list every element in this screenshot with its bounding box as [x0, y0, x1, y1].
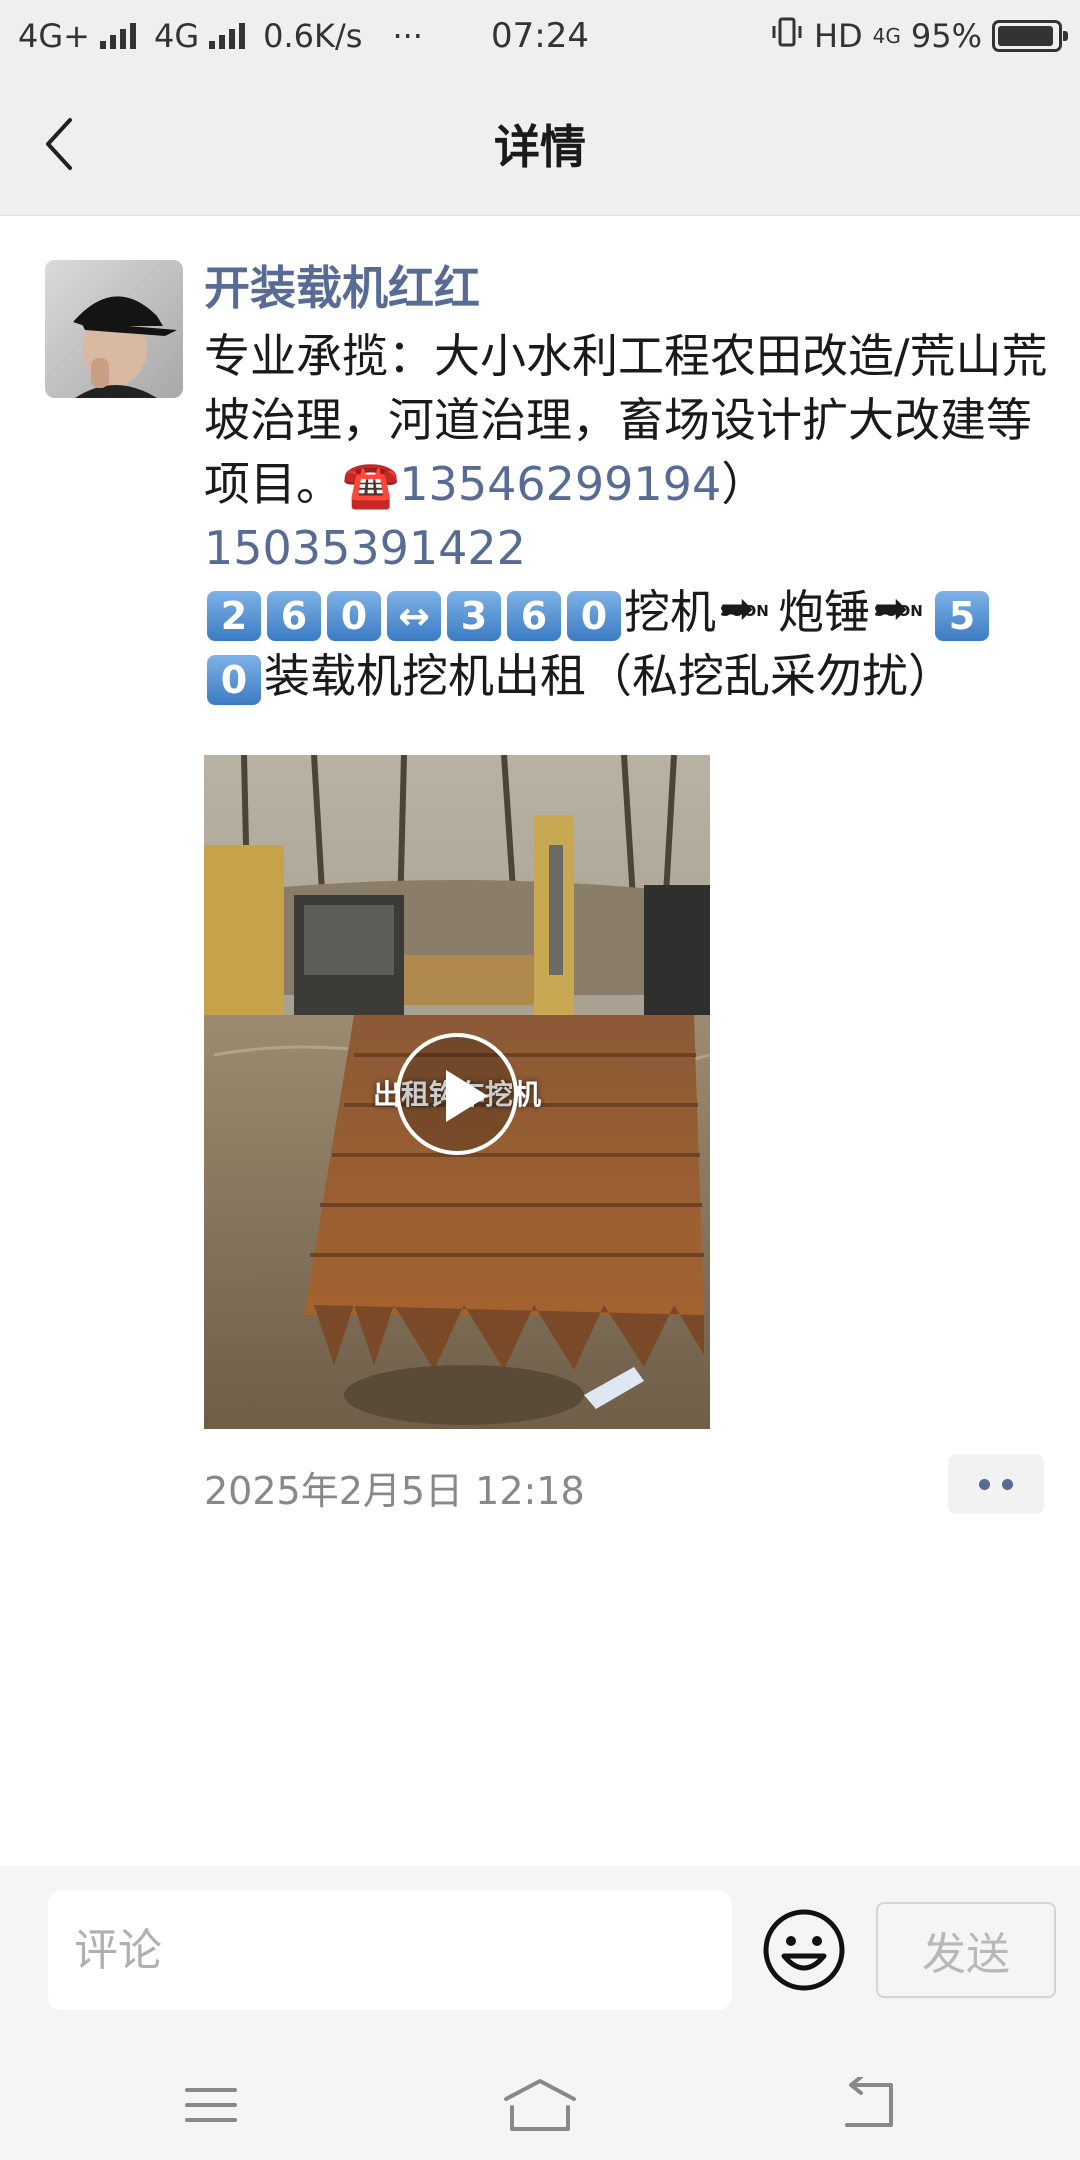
network-type-2: 4G — [153, 17, 200, 55]
status-right: HD 4G 95% — [770, 15, 1068, 57]
soon-label: SOON — [720, 601, 769, 620]
telephone-icon: ☎️ — [342, 457, 400, 511]
avatar[interactable] — [45, 260, 183, 398]
dot-icon — [1002, 1478, 1013, 1490]
battery-icon — [992, 20, 1068, 52]
system-nav-bar — [0, 2046, 1080, 2160]
battery-percent: 95% — [910, 17, 982, 55]
back-nav-button[interactable] — [824, 2070, 914, 2140]
hd-label: HD — [813, 17, 863, 55]
comment-bar: 发送 — [0, 1866, 1080, 2046]
menu-button[interactable] — [166, 2070, 256, 2140]
keycap-digit: 6 — [507, 590, 561, 641]
post-timestamp: 2025年2月5日 12:18 — [204, 1469, 585, 1513]
post-content: 开装载机红红 专业承揽：大小水利工程农田改造/荒山荒坡治理，河道治理，畜场设计扩… — [204, 256, 1054, 708]
keycap-digit: 2 — [207, 590, 261, 641]
left-right-arrow-icon: ↔ — [387, 590, 441, 641]
home-button[interactable] — [495, 2070, 585, 2140]
word-excavator: 挖机 — [624, 585, 716, 639]
video-thumbnail[interactable]: 出租钩车挖机 — [204, 755, 710, 1429]
phone-link-1[interactable]: 13546299194 — [399, 457, 721, 511]
network-type-3: 4G — [872, 24, 901, 48]
soon-arrow-icon: ➡ SOON — [872, 589, 930, 643]
closing-paren: ） — [721, 457, 768, 511]
post-text-tail: 装载机挖机出租（私挖乱采勿扰） — [264, 649, 954, 703]
status-bar: 4G+ 4G 0.6K/s ··· 07:24 HD 4G 95% — [0, 0, 1080, 72]
home-icon — [504, 2079, 576, 2131]
keycap-digit: 6 — [267, 590, 321, 641]
back-arrow-icon — [845, 2077, 893, 2127]
keycap-digit: 0 — [207, 654, 261, 705]
more-options-button[interactable] — [948, 1454, 1044, 1514]
phone-link-2[interactable]: 15035391422 — [204, 521, 526, 575]
smiley-icon — [763, 1909, 845, 1991]
word-breaker: 炮锤 — [778, 585, 870, 639]
signal-icon-1 — [99, 23, 136, 49]
top-app-bar: 详情 — [0, 72, 1080, 216]
vibrate-icon — [770, 15, 804, 57]
status-left: 4G+ 4G 0.6K/s ··· — [18, 17, 423, 55]
avatar-image — [45, 260, 183, 398]
soon-arrow-icon: ➡ SOON — [718, 589, 776, 643]
page-title: 详情 — [494, 120, 586, 174]
keycap-digit: 0 — [567, 590, 621, 641]
network-speed: 0.6K/s — [263, 17, 363, 55]
menu-icon — [185, 2088, 237, 2122]
comment-input[interactable] — [48, 1890, 732, 2010]
send-button[interactable]: 发送 — [876, 1902, 1056, 1998]
keycap-digit: 0 — [327, 590, 381, 641]
post-text: 专业承揽：大小水利工程农田改造/荒山荒坡治理，河道治理，畜场设计扩大改建等项目。… — [204, 324, 1054, 708]
keycap-digit: 3 — [447, 590, 501, 641]
soon-label: SOON — [874, 601, 923, 620]
play-icon[interactable] — [396, 1033, 518, 1155]
author-name[interactable]: 开装载机红红 — [204, 256, 1054, 320]
signal-icon-2 — [209, 23, 246, 49]
keycap-digit: 5 — [935, 590, 989, 641]
network-type-1: 4G+ — [18, 17, 90, 55]
more-status-dots: ··· — [392, 17, 423, 55]
dot-icon — [979, 1478, 990, 1490]
emoji-button[interactable] — [762, 1908, 846, 1992]
